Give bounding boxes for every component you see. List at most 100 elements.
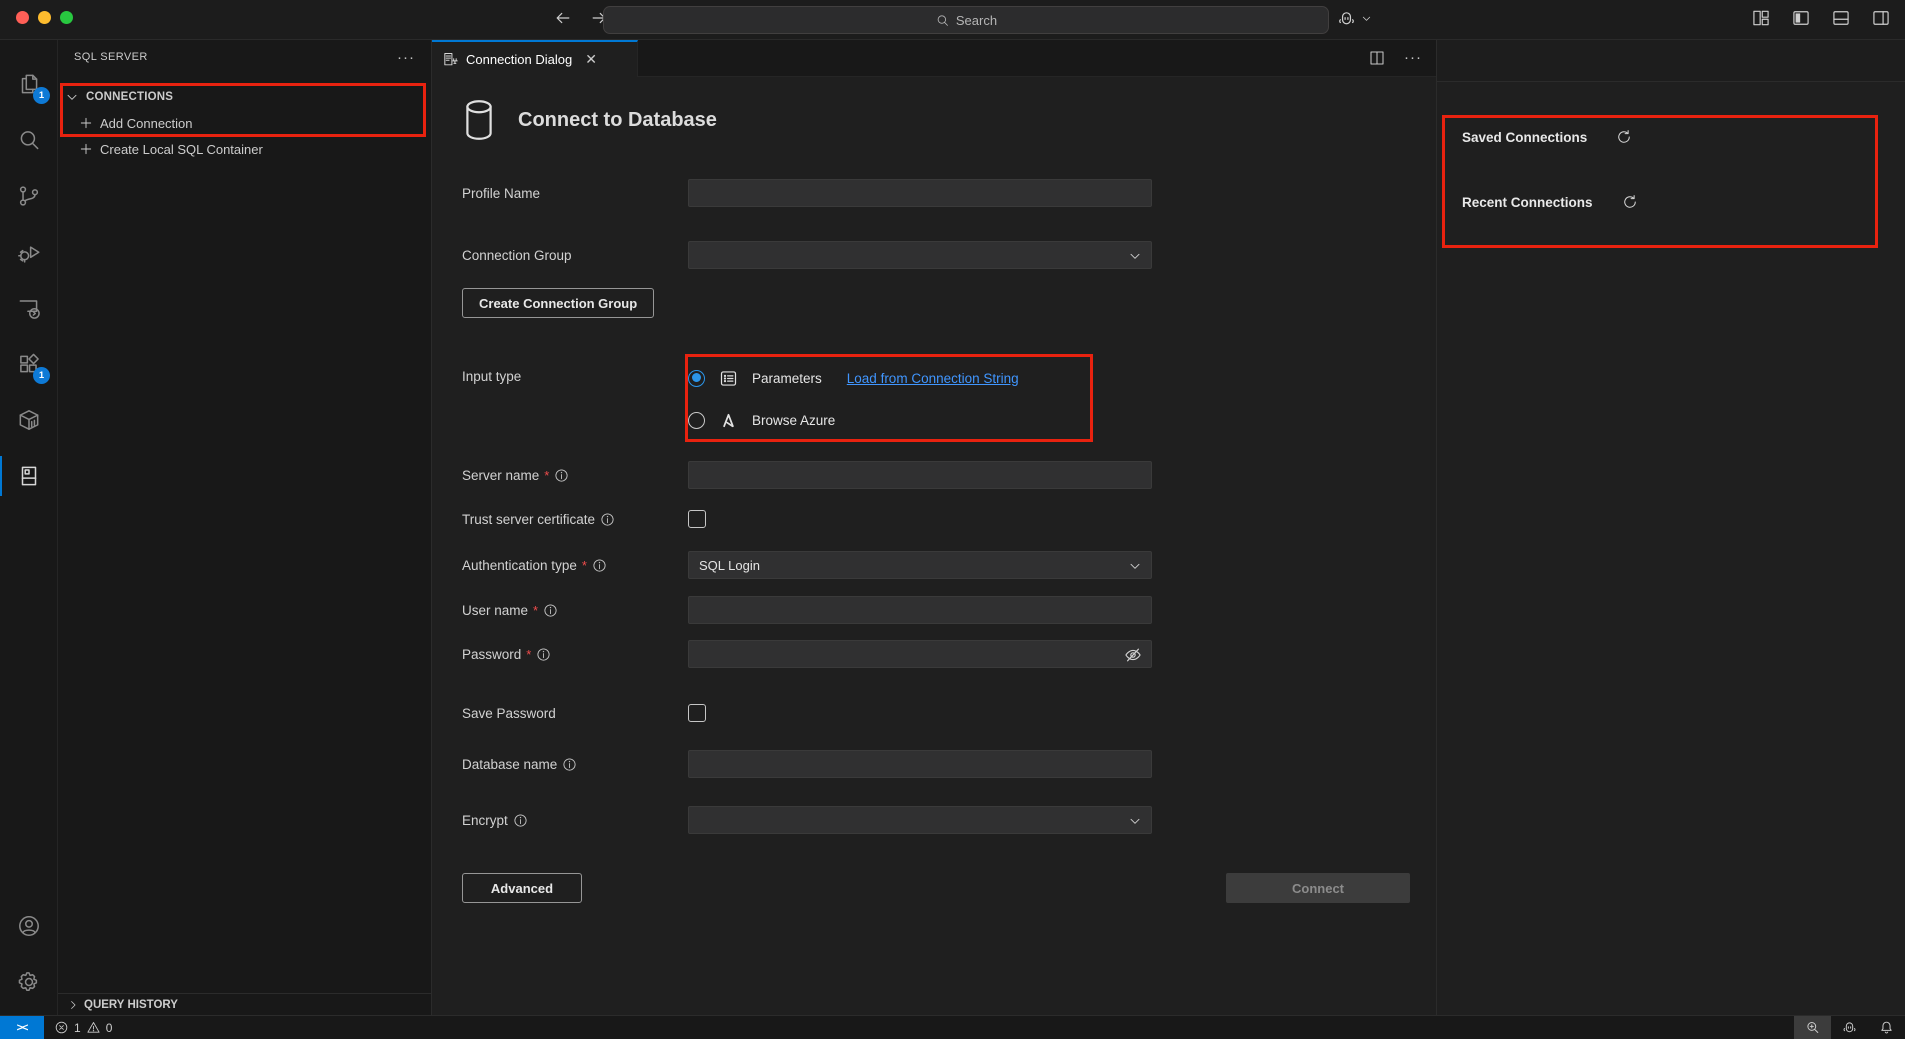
info-icon[interactable] (543, 603, 558, 618)
search-icon (935, 13, 950, 28)
tab-connection-dialog[interactable]: Connection Dialog ✕ (432, 40, 638, 77)
accounts-icon[interactable] (0, 902, 58, 950)
query-history-section-header[interactable]: QUERY HISTORY (58, 993, 431, 1015)
toggle-primary-sidebar-icon[interactable] (1791, 8, 1811, 28)
notifications-status-item[interactable] (1868, 1016, 1905, 1039)
info-icon[interactable] (562, 757, 577, 772)
copilot-status-item[interactable] (1831, 1016, 1868, 1039)
source-control-icon[interactable] (0, 172, 58, 220)
connection-group-select[interactable] (688, 241, 1152, 269)
activity-bar: 1 1 (0, 40, 58, 1015)
refresh-recent-connections-icon[interactable] (1621, 193, 1639, 211)
chevron-down-icon (1127, 558, 1143, 574)
advanced-button[interactable]: Advanced (462, 873, 582, 903)
customize-layout-icon[interactable] (1751, 8, 1771, 28)
explorer-badge: 1 (33, 87, 50, 104)
parameters-option-label[interactable]: Parameters (752, 371, 822, 386)
tab-bar: Connection Dialog ✕ ··· (432, 40, 1436, 77)
extensions-badge: 1 (33, 367, 50, 384)
server-name-label: Server name (462, 468, 539, 483)
bell-icon (1878, 1019, 1895, 1036)
search-view-icon[interactable] (0, 116, 58, 164)
password-input[interactable] (688, 640, 1152, 668)
close-window-button[interactable] (16, 11, 29, 24)
load-from-connection-string-link[interactable]: Load from Connection String (847, 371, 1019, 386)
authentication-type-select[interactable]: SQL Login (688, 551, 1152, 579)
toggle-panel-icon[interactable] (1831, 8, 1851, 28)
copilot-icon (1336, 8, 1357, 29)
problems-status-item[interactable]: 1 0 (44, 1016, 122, 1039)
containers-icon[interactable] (0, 396, 58, 444)
browse-azure-radio[interactable] (688, 412, 705, 429)
run-debug-icon[interactable] (0, 228, 58, 276)
sidebar-sql-server: SQL SERVER ··· CONNECTIONS Add Connectio… (58, 40, 432, 1015)
info-icon[interactable] (600, 512, 615, 527)
sql-server-view-icon[interactable] (0, 452, 58, 500)
editor-group: Connection Dialog ✕ ··· Connect to Datab… (432, 40, 1436, 1015)
explorer-icon[interactable]: 1 (0, 60, 58, 108)
encrypt-select[interactable] (688, 806, 1152, 834)
user-name-label: User name (462, 603, 528, 618)
create-local-sql-container-item[interactable]: Create Local SQL Container (58, 136, 431, 162)
authentication-type-label: Authentication type (462, 558, 577, 573)
warning-icon (86, 1020, 101, 1035)
input-type-label: Input type (462, 369, 521, 384)
server-name-input[interactable] (688, 461, 1152, 489)
save-password-label: Save Password (462, 706, 556, 721)
dialog-title: Connect to Database (518, 109, 717, 132)
parameters-radio[interactable] (688, 370, 705, 387)
command-center-search[interactable]: Search (603, 6, 1329, 34)
database-name-input[interactable] (688, 750, 1152, 778)
remote-explorer-icon[interactable] (0, 284, 58, 332)
info-icon[interactable] (536, 647, 551, 662)
azure-icon (718, 410, 739, 431)
connection-dialog-form: Connect to Database Profile Name Connect… (432, 77, 1436, 1015)
chevron-down-icon (1127, 813, 1143, 829)
toggle-secondary-sidebar-icon[interactable] (1871, 8, 1891, 28)
recent-connections-header: Recent Connections (1462, 195, 1593, 210)
sidebar-more-actions-icon[interactable]: ··· (397, 49, 415, 66)
split-editor-icon[interactable] (1368, 49, 1386, 67)
database-icon (462, 99, 496, 141)
saved-connections-header: Saved Connections (1462, 130, 1587, 145)
connect-button[interactable]: Connect (1226, 873, 1410, 903)
add-connection-item[interactable]: Add Connection (58, 110, 431, 136)
plus-icon (78, 115, 94, 131)
trust-server-certificate-label: Trust server certificate (462, 512, 595, 527)
info-icon[interactable] (554, 468, 569, 483)
traffic-lights (16, 11, 73, 24)
navigate-back-icon[interactable] (553, 8, 573, 28)
browse-azure-option-label[interactable]: Browse Azure (752, 413, 835, 428)
copilot-menu[interactable] (1336, 8, 1373, 29)
user-name-input[interactable] (688, 596, 1152, 624)
remote-indicator[interactable]: >< (0, 1016, 44, 1039)
profile-name-label: Profile Name (462, 186, 540, 201)
save-password-checkbox[interactable] (688, 704, 706, 722)
sidebar-title: SQL SERVER (74, 51, 397, 63)
toggle-password-visibility-icon[interactable] (1123, 645, 1143, 665)
screencast-zoom-status-item[interactable] (1794, 1016, 1831, 1039)
status-bar: >< 1 0 (0, 1015, 1905, 1039)
trust-server-certificate-checkbox[interactable] (688, 510, 706, 528)
close-tab-icon[interactable]: ✕ (585, 51, 597, 68)
create-connection-group-button[interactable]: Create Connection Group (462, 288, 654, 318)
zoom-in-icon (1804, 1019, 1821, 1036)
info-icon[interactable] (513, 813, 528, 828)
titlebar: Search (0, 0, 1905, 40)
database-name-label: Database name (462, 757, 557, 772)
encrypt-label: Encrypt (462, 813, 508, 828)
profile-name-input[interactable] (688, 179, 1152, 207)
minimize-window-button[interactable] (38, 11, 51, 24)
chevron-down-icon (1360, 12, 1373, 25)
plus-icon (78, 141, 94, 157)
refresh-saved-connections-icon[interactable] (1615, 128, 1633, 146)
settings-gear-icon[interactable] (0, 958, 58, 1006)
editor-more-actions-icon[interactable]: ··· (1404, 49, 1422, 67)
extensions-icon[interactable]: 1 (0, 340, 58, 388)
vscode-window: Search 1 1 (0, 0, 1905, 1039)
info-icon[interactable] (592, 558, 607, 573)
copilot-icon (1841, 1019, 1858, 1036)
password-label: Password (462, 647, 521, 662)
connections-section-header[interactable]: CONNECTIONS (58, 84, 431, 110)
zoom-window-button[interactable] (60, 11, 73, 24)
